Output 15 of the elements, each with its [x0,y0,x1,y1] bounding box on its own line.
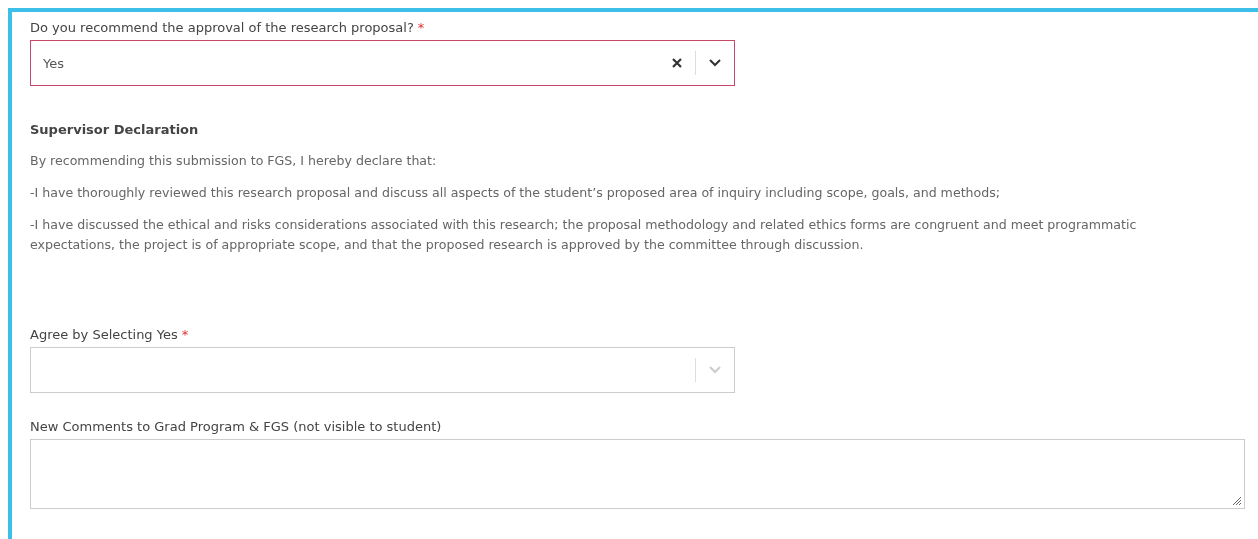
field-label: Do you recommend the approval of the research proposal? [30,20,414,35]
comment-field[interactable] [30,439,1245,509]
required-asterisk: * [417,20,425,35]
section-heading: Supervisor Declaration [30,122,200,137]
field-label: New Comments to Grad Program & FGS (not visible to student) [30,419,442,434]
clear-icon[interactable] [671,57,683,69]
select-field[interactable]: Yes [30,40,735,86]
select-field[interactable] [30,347,735,393]
declaration-text: -I have thoroughly reviewed this research proposal and discuss all aspects of the student’s proposed area of inquiry including scope, goals, and methods; [30,184,1002,202]
field-label: Agree by Selecting Yes [30,327,178,342]
chevron-icon[interactable] [708,58,722,68]
declaration-text: -I have discussed the ethical and risks considerations associated with this research; the proposal methodology and related ethics forms are congruent and meet programmatic expectations, the project is of appropriate scope, and that the proposed research is approved by the committee through discussion. [30,216,1138,254]
resize-handle-icon[interactable] [1232,496,1242,506]
declaration-text: By recommending this submission to FGS, I hereby declare that: [30,152,438,170]
required-asterisk: * [181,327,189,342]
